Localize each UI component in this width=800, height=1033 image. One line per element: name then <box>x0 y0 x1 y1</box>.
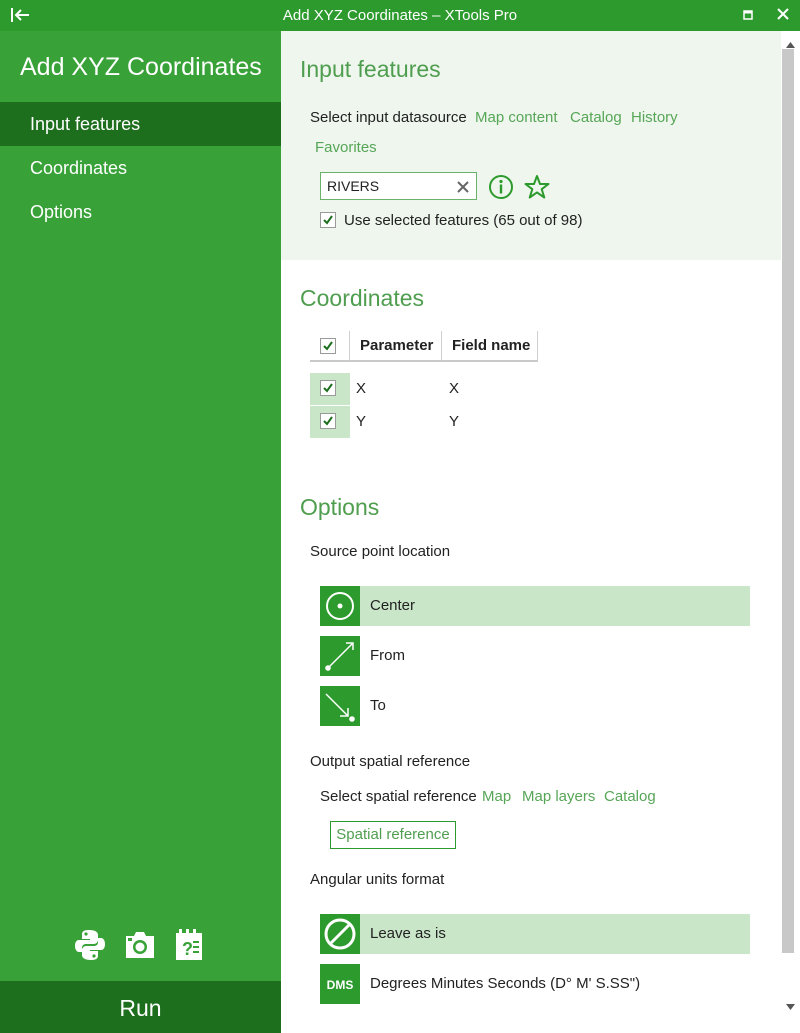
run-button[interactable]: Run <box>0 981 281 1033</box>
favorite-star-icon[interactable] <box>524 174 550 205</box>
catalog-link[interactable]: Catalog <box>570 109 622 126</box>
option-center[interactable]: Center <box>320 586 750 626</box>
title-bar: Add XYZ Coordinates – XTools Pro <box>0 0 800 31</box>
datasource-input[interactable] <box>321 173 441 199</box>
scroll-down-icon[interactable] <box>786 997 795 1015</box>
info-icon[interactable] <box>488 174 514 205</box>
options-title: Options <box>300 494 380 520</box>
option-to[interactable]: To <box>320 686 750 726</box>
restore-icon[interactable] <box>742 8 754 20</box>
input-features-panel: Input features Select input datasource M… <box>281 31 781 260</box>
sidebar-item-input-features[interactable]: Input features <box>0 102 281 146</box>
window-title: Add XYZ Coordinates – XTools Pro <box>282 7 518 24</box>
table-row[interactable]: X X <box>310 373 538 405</box>
select-all-checkbox[interactable] <box>320 338 336 354</box>
option-leave-as-is[interactable]: Leave as is <box>320 914 750 954</box>
column-field-name[interactable]: Field name <box>452 331 530 361</box>
map-layers-link[interactable]: Map layers <box>522 788 595 805</box>
sidebar-item-coordinates[interactable]: Coordinates <box>0 146 281 190</box>
option-from[interactable]: From <box>320 636 750 676</box>
dms-icon-text: DMS <box>327 978 354 992</box>
spatial-reference-button[interactable]: Spatial reference <box>330 821 456 849</box>
datasource-label: Select input datasource <box>310 109 467 126</box>
input-features-title: Input features <box>300 56 441 82</box>
angular-units-label: Angular units format <box>310 871 445 888</box>
use-selected-label: Use selected features (65 out of 98) <box>344 212 583 229</box>
no-change-icon <box>320 914 360 954</box>
python-icon[interactable] <box>73 927 107 963</box>
column-parameter[interactable]: Parameter <box>360 331 433 361</box>
main-content: Input features Select input datasource M… <box>281 31 781 1033</box>
table-row[interactable]: Y Y <box>310 406 538 438</box>
column-separator <box>441 331 442 361</box>
scrollbar-thumb[interactable] <box>782 49 794 953</box>
row-checkbox[interactable] <box>320 380 336 396</box>
from-point-icon <box>320 636 360 676</box>
to-point-icon <box>320 686 360 726</box>
field-name-cell[interactable]: X <box>449 380 459 397</box>
source-point-label: Source point location <box>310 543 451 560</box>
use-selected-checkbox[interactable] <box>320 212 336 228</box>
clear-icon[interactable] <box>457 180 469 193</box>
center-point-icon <box>320 586 360 626</box>
vertical-scrollbar[interactable] <box>781 31 800 1033</box>
select-spatial-label: Select spatial reference <box>320 788 477 805</box>
parameter-cell: Y <box>356 413 367 430</box>
row-checkbox[interactable] <box>320 413 336 429</box>
spatial-catalog-link[interactable]: Catalog <box>604 788 656 805</box>
app-title: Add XYZ Coordinates <box>20 53 262 81</box>
option-label: Center <box>370 597 416 614</box>
map-content-link[interactable]: Map content <box>475 109 558 126</box>
close-icon[interactable] <box>776 7 790 21</box>
map-link[interactable]: Map <box>482 788 511 805</box>
column-separator <box>349 331 350 361</box>
camera-icon[interactable] <box>123 927 157 963</box>
option-label: From <box>370 647 405 664</box>
dms-icon: DMS <box>320 964 360 1004</box>
field-name-cell[interactable]: Y <box>449 413 459 430</box>
option-label: Degrees Minutes Seconds (D° M' S.SS") <box>370 975 641 992</box>
sidebar: Add XYZ Coordinates Input features Coord… <box>0 31 281 1033</box>
tool-bar: ? <box>0 927 281 967</box>
help-icon[interactable]: ? <box>173 927 207 963</box>
parameter-cell: X <box>356 380 367 397</box>
option-dms[interactable]: DMS Degrees Minutes Seconds (D° M' S.SS"… <box>320 964 750 1004</box>
favorites-link[interactable]: Favorites <box>315 139 377 156</box>
option-label: To <box>370 697 386 714</box>
spatial-ref-label: Output spatial reference <box>310 753 471 770</box>
history-link[interactable]: History <box>631 109 678 126</box>
svg-text:?: ? <box>182 939 193 959</box>
coordinates-title: Coordinates <box>300 285 425 311</box>
datasource-field[interactable] <box>320 172 477 200</box>
sidebar-item-options[interactable]: Options <box>0 190 281 234</box>
coordinates-grid-header: Parameter Field name <box>310 331 538 362</box>
column-separator <box>537 331 538 361</box>
option-label: Leave as is <box>370 925 446 942</box>
